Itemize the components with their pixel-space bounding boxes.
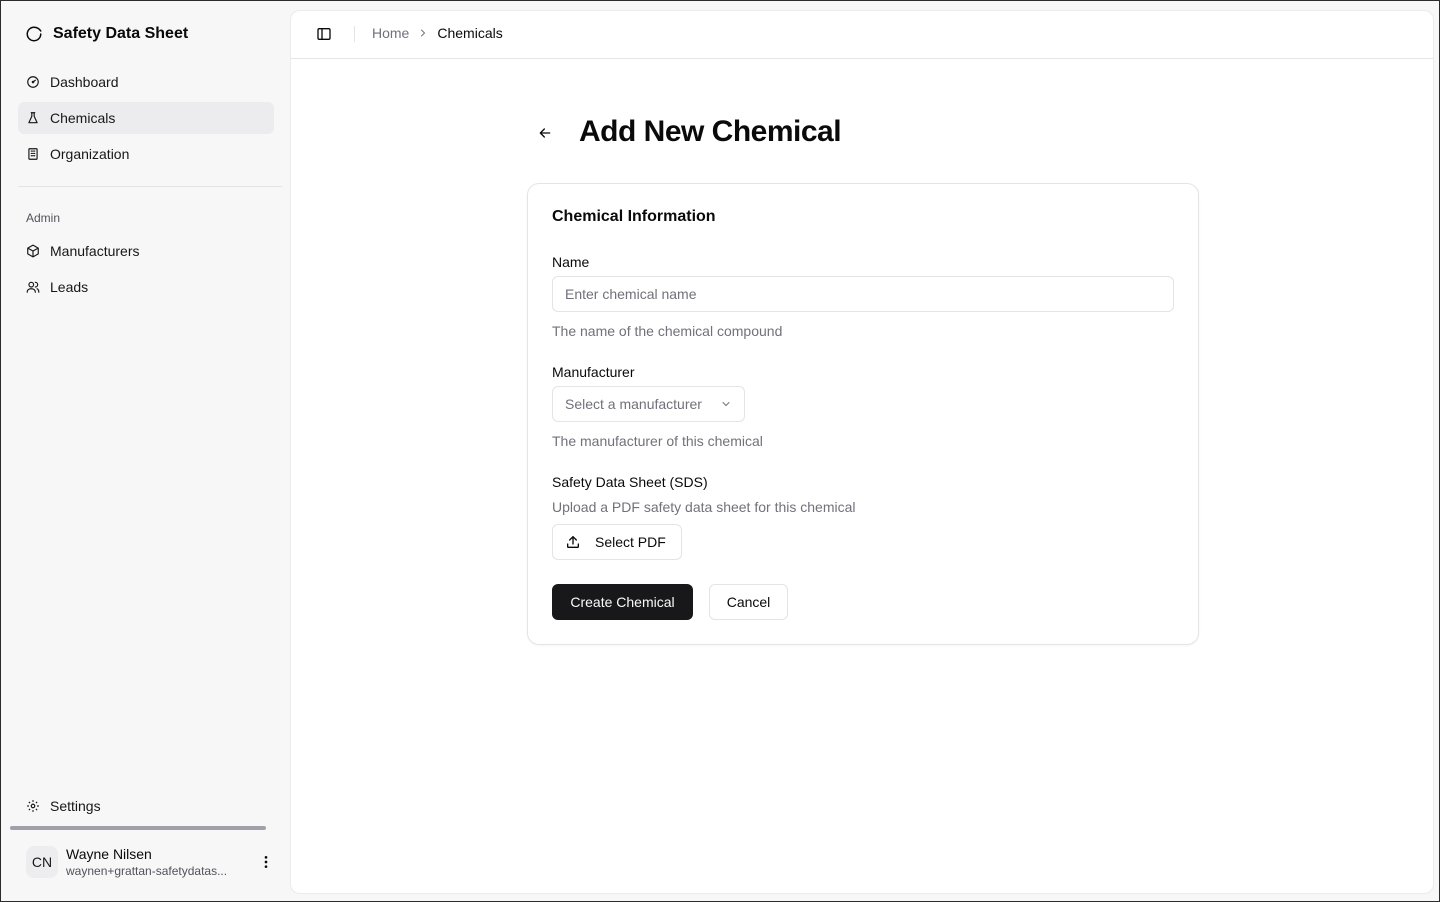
manufacturer-help: The manufacturer of this chemical xyxy=(552,433,763,449)
cancel-button[interactable]: Cancel xyxy=(709,584,788,620)
building-icon xyxy=(28,148,38,160)
sidebar-item-chemicals[interactable]: Chemicals xyxy=(18,102,274,134)
sds-help: Upload a PDF safety data sheet for this … xyxy=(552,499,856,515)
sidebar-item-label: Manufacturers xyxy=(50,243,140,259)
package-icon xyxy=(27,244,39,258)
gear-icon xyxy=(27,800,39,812)
sidebar-item-dashboard[interactable]: Dashboard xyxy=(18,66,274,98)
chevron-right-icon xyxy=(421,29,426,37)
sidebar-item-leads[interactable]: Leads xyxy=(18,271,274,303)
main-nav: Dashboard Chemicals Organization xyxy=(18,66,274,174)
gauge-icon xyxy=(27,76,39,88)
more-vertical-icon[interactable] xyxy=(258,854,274,870)
chemical-form-card: Chemical Information Name The name of th… xyxy=(527,183,1199,645)
circle-logo-icon xyxy=(26,26,42,42)
manufacturer-select-value: Select a manufacturer xyxy=(565,396,702,412)
sidebar-toggle-icon[interactable] xyxy=(316,26,332,42)
admin-group-label: Admin xyxy=(26,211,61,225)
manufacturer-label: Manufacturer xyxy=(552,364,635,380)
admin-nav: Manufacturers Leads xyxy=(18,235,274,307)
sds-label: Safety Data Sheet (SDS) xyxy=(552,474,708,490)
flask-icon xyxy=(28,112,38,124)
upload-icon xyxy=(567,536,579,548)
page-title: Add New Chemical xyxy=(579,115,842,148)
name-label: Name xyxy=(552,254,590,270)
breadcrumb-home[interactable]: Home xyxy=(372,25,409,41)
sidebar: Safety Data Sheet Dashboard Chemicals Or… xyxy=(1,1,290,901)
sidebar-item-label: Settings xyxy=(50,798,101,814)
sidebar-item-label: Chemicals xyxy=(50,110,116,126)
sidebar-item-label: Leads xyxy=(50,279,89,295)
toolbar-divider xyxy=(354,26,355,42)
brand-title: Safety Data Sheet xyxy=(53,25,189,42)
sidebar-item-organization[interactable]: Organization xyxy=(18,138,274,170)
name-input[interactable] xyxy=(552,276,1174,312)
create-chemical-button[interactable]: Create Chemical xyxy=(552,584,693,620)
sidebar-scrollbar[interactable] xyxy=(10,826,266,830)
brand[interactable]: Safety Data Sheet xyxy=(25,23,188,45)
footer-nav: Settings xyxy=(18,790,274,826)
sidebar-item-label: Dashboard xyxy=(50,74,119,90)
sidebar-item-manufacturers[interactable]: Manufacturers xyxy=(18,235,274,267)
back-arrow-icon[interactable] xyxy=(537,125,553,141)
chevron-down-icon xyxy=(722,402,730,407)
users-icon xyxy=(26,281,40,293)
breadcrumb: Home Chemicals xyxy=(372,25,503,41)
manufacturer-select[interactable]: Select a manufacturer xyxy=(552,386,745,422)
user-name: Wayne Nilsen xyxy=(66,845,152,862)
main-content: Home Chemicals Add New Chemical Chemical… xyxy=(290,10,1434,894)
top-bar: Home Chemicals xyxy=(291,11,1433,59)
user-menu[interactable]: CN Wayne Nilsen waynen+grattan-safetydat… xyxy=(26,844,274,880)
user-info: Wayne Nilsen waynen+grattan-safetydatas.… xyxy=(66,846,250,879)
card-title: Chemical Information xyxy=(552,208,716,225)
sidebar-item-label: Organization xyxy=(50,146,130,162)
sidebar-item-settings[interactable]: Settings xyxy=(18,790,274,822)
sidebar-divider xyxy=(18,186,282,187)
name-help: The name of the chemical compound xyxy=(552,323,783,339)
select-pdf-button[interactable]: Select PDF xyxy=(552,524,682,560)
breadcrumb-current: Chemicals xyxy=(437,25,503,41)
select-pdf-label: Select PDF xyxy=(595,534,666,550)
avatar: CN xyxy=(26,846,58,878)
user-email: waynen+grattan-safetydatas... xyxy=(66,863,228,878)
